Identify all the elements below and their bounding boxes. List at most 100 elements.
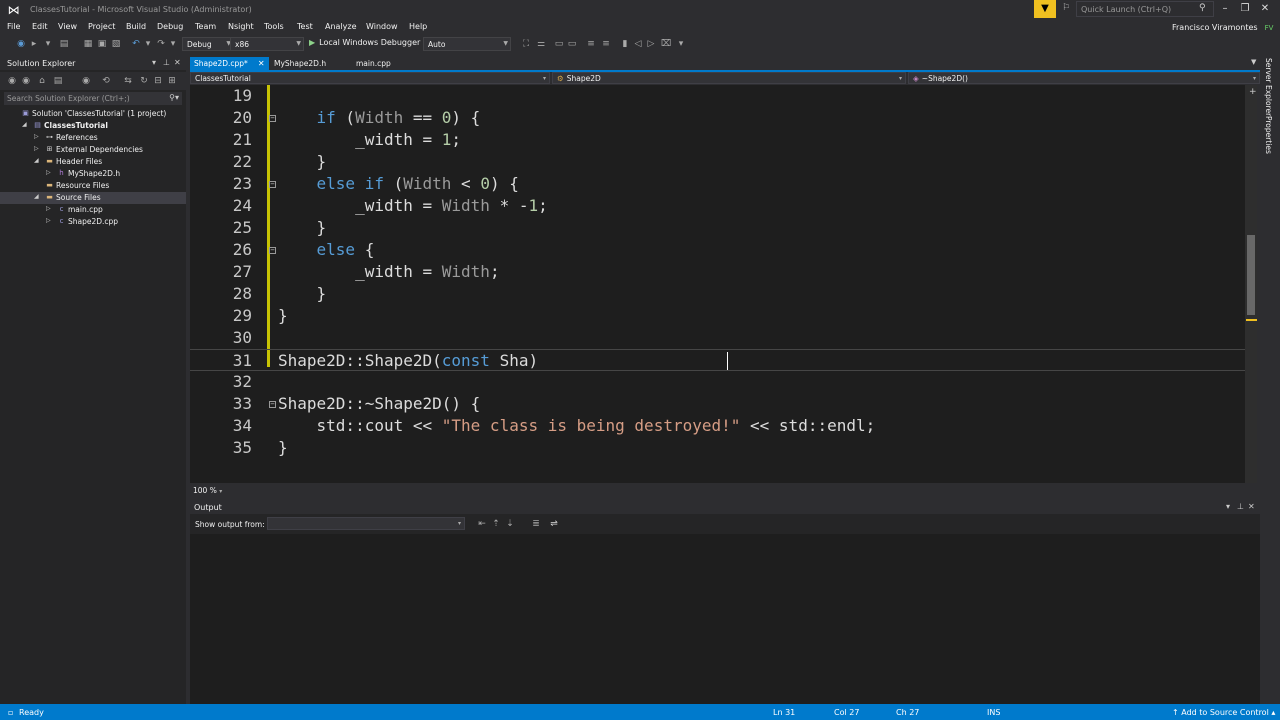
dropdown-icon[interactable]: ▾ xyxy=(42,38,54,50)
quick-launch-search-icon[interactable]: ⚲ xyxy=(1199,3,1206,13)
menu-team[interactable]: Team xyxy=(195,22,216,31)
show-all-files-icon[interactable]: ⊞ xyxy=(166,75,178,87)
side-tab-properties[interactable]: Properties xyxy=(1264,116,1273,154)
window-position-icon[interactable]: ▾ xyxy=(152,58,156,67)
code-line[interactable]: 25 } xyxy=(190,217,1245,239)
step-over-icon[interactable]: ▭ xyxy=(566,38,578,50)
pin-icon[interactable]: ⊥ xyxy=(163,58,170,67)
member-scope-select[interactable]: ◈ ~Shape2D() ▾ xyxy=(908,72,1260,84)
toolbar-option-icon[interactable]: ⚌ xyxy=(535,38,547,50)
menu-build[interactable]: Build xyxy=(126,22,146,31)
menu-view[interactable]: View xyxy=(58,22,77,31)
configuration-select[interactable]: Debug ▼ xyxy=(182,37,234,51)
tree-item[interactable]: ▷ h MyShape2D.h xyxy=(0,168,186,180)
close-panel-icon[interactable]: ✕ xyxy=(174,58,181,67)
collapse-region-icon[interactable]: − xyxy=(269,181,276,188)
next-message-icon[interactable]: ⇣ xyxy=(504,518,516,530)
menu-test[interactable]: Test xyxy=(297,22,313,31)
close-tab-icon[interactable]: ✕ xyxy=(258,59,265,68)
tree-item[interactable]: ▷ ⊶ References xyxy=(0,132,186,144)
close-window-icon[interactable]: ✕ xyxy=(1256,2,1274,16)
find-message-icon[interactable]: ⇤ xyxy=(476,518,488,530)
se-forward-icon[interactable]: ◉ xyxy=(20,75,32,87)
document-tab[interactable]: Shape2D.cpp* ✕ xyxy=(190,57,269,70)
prev-message-icon[interactable]: ⇡ xyxy=(490,518,502,530)
tree-item[interactable]: ◢ ▤ ClassesTutorial xyxy=(0,120,186,132)
redo-dropdown-icon[interactable]: ▾ xyxy=(167,38,179,50)
tree-item[interactable]: ▷ ⊞ External Dependencies xyxy=(0,144,186,156)
tree-item[interactable]: ◢ ▬ Header Files xyxy=(0,156,186,168)
document-tab[interactable]: MyShape2D.h xyxy=(270,57,330,70)
code-line[interactable]: 29} xyxy=(190,305,1245,327)
save-all-icon[interactable]: ▧ xyxy=(110,38,122,50)
code-line[interactable]: 19 xyxy=(190,85,1245,107)
output-close-icon[interactable]: ✕ xyxy=(1248,502,1255,511)
zoom-level[interactable]: 100 % ▾ xyxy=(193,486,222,495)
search-icon[interactable]: ⚲▾ xyxy=(169,93,179,102)
browse-icon[interactable]: ⛶ xyxy=(520,38,532,50)
switch-views-icon[interactable]: ▤ xyxy=(52,75,64,87)
tree-item[interactable]: ▷ c Shape2D.cpp xyxy=(0,216,186,228)
class-scope-select[interactable]: ⚙ Shape2D ▾ xyxy=(552,72,906,84)
menu-file[interactable]: File xyxy=(7,22,20,31)
output-window-position-icon[interactable]: ▾ xyxy=(1226,502,1230,511)
clear-all-icon[interactable]: ≣ xyxy=(530,518,542,530)
notification-icon[interactable]: ⚐ xyxy=(1062,3,1070,13)
redo-icon[interactable]: ↷ xyxy=(155,38,167,50)
tab-list-dropdown-icon[interactable]: ▼ xyxy=(1251,58,1256,66)
expanded-arrow-icon[interactable]: ◢ xyxy=(22,121,27,128)
menu-nsight[interactable]: Nsight xyxy=(228,22,254,31)
platform-select[interactable]: x86 ▼ xyxy=(230,37,304,51)
history-icon[interactable]: ⟲ xyxy=(100,75,112,87)
expanded-arrow-icon[interactable]: ◢ xyxy=(34,157,39,164)
save-icon[interactable]: ▣ xyxy=(96,38,108,50)
source-control-button[interactable]: ↑ Add to Source Control ▴ xyxy=(1172,708,1275,717)
code-line[interactable]: 23 − else if (Width < 0) { xyxy=(190,173,1245,195)
code-line[interactable]: 24 _width = Width * -1; xyxy=(190,195,1245,217)
tree-item[interactable]: ▣ Solution 'ClassesTutorial' (1 project) xyxy=(0,108,186,120)
word-wrap-icon[interactable]: ⇌ xyxy=(548,518,560,530)
quick-launch-input[interactable]: Quick Launch (Ctrl+Q) xyxy=(1076,1,1214,17)
code-line[interactable]: 30 xyxy=(190,327,1245,349)
document-tab[interactable]: main.cpp xyxy=(352,57,395,70)
undo-dropdown-icon[interactable]: ▾ xyxy=(142,38,154,50)
output-source-select[interactable]: ▾ xyxy=(267,517,465,530)
home-icon[interactable]: ⌂ xyxy=(36,75,48,87)
pending-changes-icon[interactable]: ◉ xyxy=(80,75,92,87)
code-line[interactable]: 21 _width = 1; xyxy=(190,129,1245,151)
bookmark-icon[interactable]: ▮ xyxy=(619,38,631,50)
back-icon[interactable]: ◉ xyxy=(15,38,27,50)
outdent-icon[interactable]: ≡ xyxy=(600,38,612,50)
menu-analyze[interactable]: Analyze xyxy=(325,22,357,31)
clear-bookmarks-icon[interactable]: ⌧ xyxy=(660,38,672,50)
split-editor-icon[interactable]: + xyxy=(1249,87,1257,97)
next-bookmark-icon[interactable]: ▷ xyxy=(645,38,657,50)
indent-icon[interactable]: ≡ xyxy=(585,38,597,50)
forward-icon[interactable]: ▸ xyxy=(28,38,40,50)
code-line[interactable]: 34 std::cout << "The class is being dest… xyxy=(190,415,1245,437)
collapsed-arrow-icon[interactable]: ▷ xyxy=(34,145,39,152)
user-avatar[interactable]: FV xyxy=(1262,22,1276,34)
code-line[interactable]: 26 − else { xyxy=(190,239,1245,261)
collapsed-arrow-icon[interactable]: ▷ xyxy=(34,133,39,140)
collapsed-arrow-icon[interactable]: ▷ xyxy=(46,169,51,176)
code-line[interactable]: 27 _width = Width; xyxy=(190,261,1245,283)
restore-icon[interactable]: ❐ xyxy=(1236,2,1254,16)
solution-explorer-search-input[interactable]: Search Solution Explorer (Ctrl+;) ⚲▾ xyxy=(4,92,182,105)
feedback-flag-icon[interactable]: ▼ xyxy=(1034,0,1056,18)
toolbar-overflow-icon[interactable]: ▾ xyxy=(675,38,687,50)
user-name[interactable]: Francisco Viramontes xyxy=(1172,23,1258,32)
collapsed-arrow-icon[interactable]: ▷ xyxy=(46,217,51,224)
start-debugging-button[interactable]: ▶ Local Windows Debugger xyxy=(309,38,420,47)
expanded-arrow-icon[interactable]: ◢ xyxy=(34,193,39,200)
visual-studio-logo-icon[interactable]: ⋈ xyxy=(6,3,21,17)
collapse-region-icon[interactable]: − xyxy=(269,115,276,122)
menu-edit[interactable]: Edit xyxy=(32,22,48,31)
output-text-area[interactable] xyxy=(190,534,1260,704)
output-pin-icon[interactable]: ⊥ xyxy=(1237,502,1244,511)
menu-tools[interactable]: Tools xyxy=(264,22,284,31)
prev-bookmark-icon[interactable]: ◁ xyxy=(632,38,644,50)
collapse-all-icon[interactable]: ⊟ xyxy=(152,75,164,87)
minimize-icon[interactable]: – xyxy=(1216,2,1234,16)
code-line[interactable]: 33 − Shape2D::~Shape2D() { xyxy=(190,393,1245,415)
